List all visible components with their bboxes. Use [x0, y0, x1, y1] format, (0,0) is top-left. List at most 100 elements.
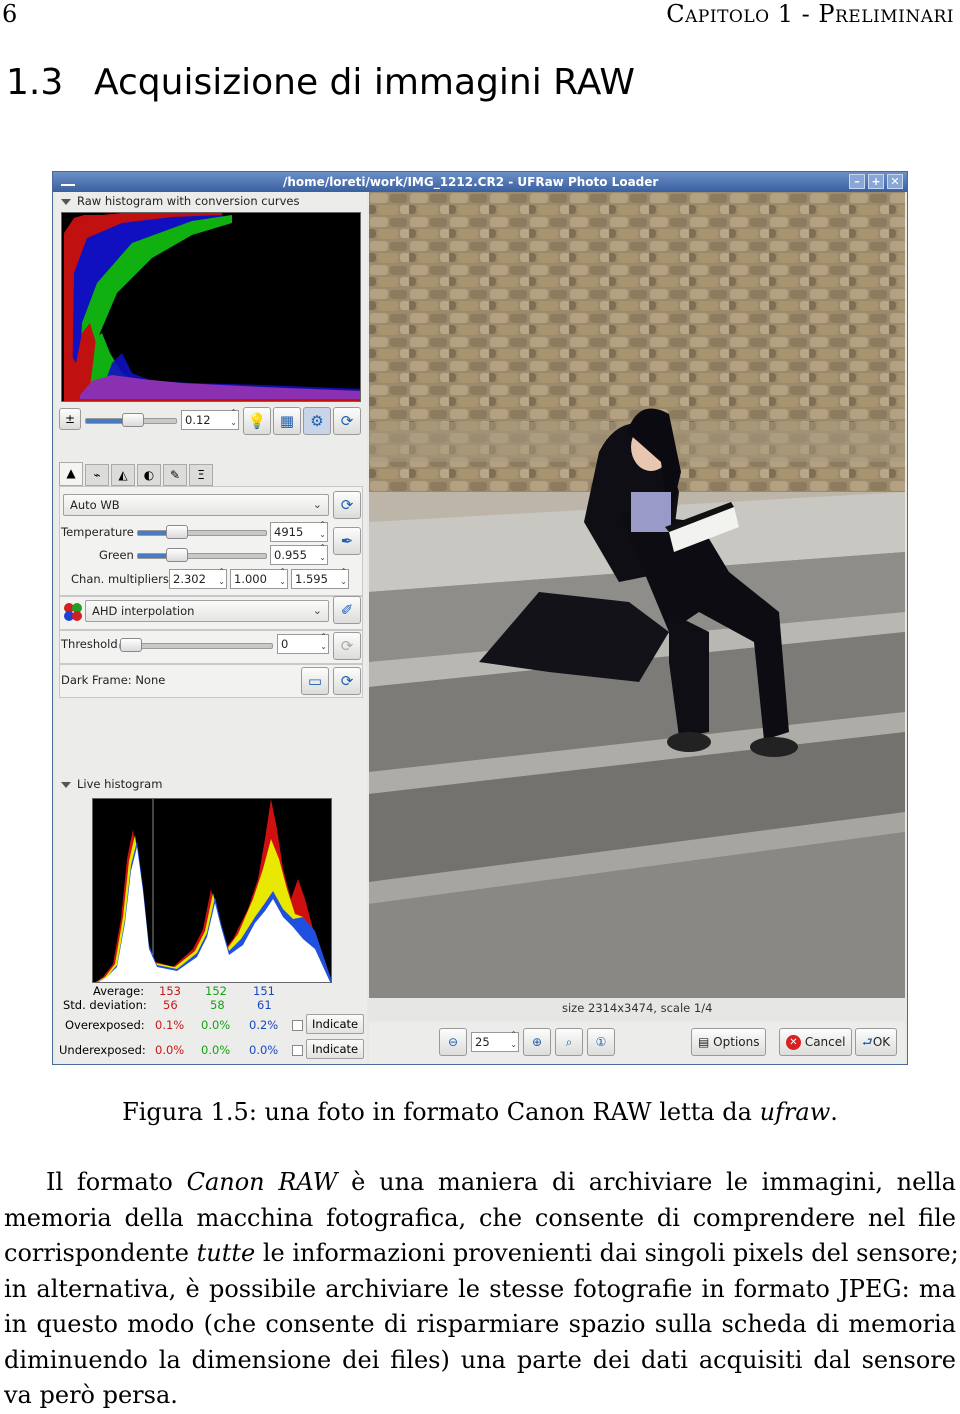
zoom-out-icon[interactable]: ⊖ [439, 1028, 467, 1056]
average-blue: 151 [253, 984, 275, 998]
options-button[interactable]: ▤ Options [691, 1028, 767, 1056]
under-blue: 0.0% [249, 1043, 279, 1057]
ok-button[interactable]: ⮐OK [855, 1028, 898, 1056]
paragraph-line: Il formato Canon RAW è una maniera di ar… [46, 1168, 956, 1196]
underexposed-label: Underexposed: [59, 1043, 146, 1057]
auto-adjust-icon[interactable]: ⚙ [303, 407, 331, 435]
tab-color[interactable]: ◭ [111, 464, 135, 486]
average-red: 153 [159, 984, 181, 998]
over-green: 0.0% [201, 1018, 231, 1032]
paragraph-line: corrispondente tutte le informazioni pro… [4, 1239, 959, 1267]
overexposed-label: Overexposed: [65, 1018, 145, 1032]
window-titlebar: /home/loreti/work/IMG_1212.CR2 - UFRaw P… [53, 172, 907, 192]
std-blue: 61 [257, 998, 272, 1012]
section-heading: 1.3 Acquisizione di immagini RAW [6, 62, 635, 103]
tab-curves[interactable]: ⌁ [85, 464, 109, 486]
indicate-under-button[interactable]: Indicate [306, 1039, 365, 1059]
zoom-fit-icon[interactable]: ⌕ [555, 1028, 583, 1056]
interpolation-select[interactable]: AHD interpolation ⌄ [85, 600, 329, 622]
close-icon[interactable]: ✕ [887, 174, 903, 189]
average-green: 152 [205, 984, 227, 998]
live-histogram-chart [95, 799, 331, 982]
exposure-slider[interactable] [85, 413, 177, 427]
temperature-label: Temperature [61, 525, 134, 539]
zoom-in-icon[interactable]: ⊕ [523, 1028, 551, 1056]
paragraph-line: memoria della macchina fotografica, che … [4, 1203, 956, 1232]
expander-triangle-icon [61, 781, 71, 788]
ok-arrow-icon: ⮐ [862, 1035, 873, 1049]
chevron-down-icon: ⌄ [312, 604, 322, 617]
tab-lightness[interactable]: ◐ [137, 464, 161, 486]
underexposed-checkbox[interactable] [292, 1045, 303, 1056]
paragraph-line: in alternativa, è possibile archiviare l… [4, 1274, 956, 1303]
threshold-slider[interactable] [119, 638, 273, 652]
reset-threshold-icon[interactable]: ⟳ [333, 632, 361, 660]
figure-caption: Figura 1.5: una foto in formato Canon RA… [122, 1098, 838, 1126]
green-slider[interactable] [137, 548, 267, 562]
green-input[interactable]: 0.955 [270, 543, 328, 565]
under-red: 0.0% [155, 1043, 185, 1057]
raw-histogram-expander[interactable]: Raw histogram with conversion curves [61, 194, 300, 208]
photo-illustration [369, 192, 905, 998]
over-blue: 0.2% [249, 1018, 279, 1032]
zoom-input[interactable]: 25 [471, 1030, 519, 1052]
over-red: 0.1% [155, 1018, 185, 1032]
size-info-bar: size 2314x3474, scale 1/4 [369, 998, 905, 1020]
section-number: 1.3 [6, 62, 64, 103]
cancel-button[interactable]: ✕ Cancel [779, 1028, 853, 1056]
chan-mult-red-input[interactable]: 2.302 [169, 567, 227, 589]
maximize-icon[interactable]: + [868, 174, 884, 189]
paragraph-line: diminuendo la dimensione dei files) una … [4, 1345, 956, 1374]
average-label: Average: [93, 984, 145, 998]
expander-triangle-icon [61, 198, 71, 205]
bottom-toolbar: ⊖ 25 ⊕ ⌕ ① ▤ Options ✕ Cancel ⮐OK [369, 1022, 905, 1064]
chan-mult-green-input[interactable]: 1.000 [230, 567, 288, 589]
exposure-icon: ± [59, 408, 81, 430]
window-title: /home/loreti/work/IMG_1212.CR2 - UFRaw P… [283, 175, 659, 189]
cancel-icon: ✕ [786, 1035, 801, 1050]
tab-exif[interactable]: Ξ [189, 464, 213, 486]
clean-icon[interactable]: ✐ [333, 596, 361, 624]
restore-details-icon[interactable]: 💡 [243, 407, 271, 435]
page-number: 6 [2, 0, 18, 28]
white-balance-select[interactable]: Auto WB ⌄ [63, 494, 329, 516]
open-dark-frame-icon[interactable]: ▭ [301, 667, 329, 695]
threshold-label: Threshold [61, 637, 118, 651]
clip-highlights-icon[interactable]: ▦ [273, 407, 301, 435]
indicate-over-button[interactable]: Indicate [306, 1014, 365, 1034]
running-head: Capitolo 1 - Preliminari [666, 0, 954, 28]
dark-frame-value: None [135, 673, 166, 687]
size-info: size 2314x3474, scale 1/4 [562, 1001, 713, 1015]
overexposed-checkbox[interactable] [292, 1020, 303, 1031]
chan-mult-blue-input[interactable]: 1.595 [291, 567, 349, 589]
dark-frame-label: Dark Frame: None [61, 673, 166, 687]
tab-corrections[interactable]: ✎ [163, 464, 187, 486]
paragraph-line: va però persa. [4, 1381, 178, 1409]
under-green: 0.0% [201, 1043, 231, 1057]
reset-dark-frame-icon[interactable]: ⟳ [333, 667, 361, 695]
chevron-down-icon: ⌄ [312, 498, 322, 511]
temperature-input[interactable]: 4915 [270, 520, 328, 542]
std-red: 56 [163, 998, 178, 1012]
reset-wb-icon[interactable]: ⟳ [333, 491, 361, 519]
live-histogram-expander[interactable]: Live histogram [61, 777, 162, 791]
spot-wb-icon[interactable]: ✒ [333, 527, 361, 555]
window-menu-icon[interactable] [61, 178, 75, 186]
rgb-dots-icon [63, 602, 83, 622]
section-title: Acquisizione di immagini RAW [94, 62, 635, 103]
raw-histogram-chart [64, 213, 360, 401]
std-label: Std. deviation: [63, 998, 147, 1012]
zoom-100-icon[interactable]: ① [587, 1028, 615, 1056]
caption-app-name: ufraw [759, 1098, 831, 1126]
tab-wb[interactable]: ▲ [59, 462, 83, 486]
temperature-slider[interactable] [137, 525, 267, 539]
reset-exposure-icon[interactable]: ⟳ [333, 407, 361, 435]
threshold-input[interactable]: 0 [277, 632, 329, 654]
preview-image [369, 192, 905, 998]
exposure-input[interactable]: 0.12 [181, 408, 239, 430]
std-green: 58 [210, 998, 225, 1012]
minimize-icon[interactable]: – [849, 174, 865, 189]
body-paragraph: Il formato Canon RAW è una maniera di ar… [4, 1165, 959, 1414]
options-icon: ▤ [698, 1035, 710, 1049]
control-panel: Raw histogram with conversion curves ± 0… [55, 192, 367, 1064]
